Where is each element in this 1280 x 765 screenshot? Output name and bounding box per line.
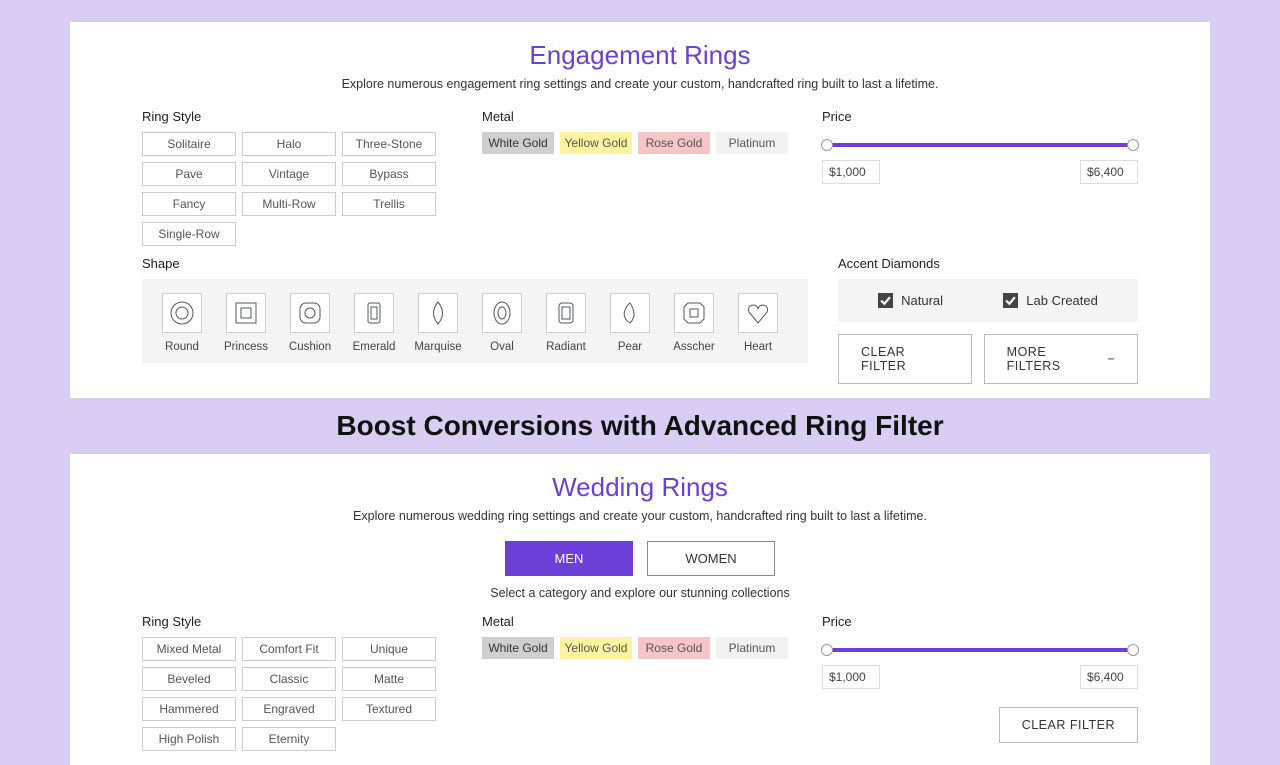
checkbox-checked-icon bbox=[878, 293, 893, 308]
ring-style-chip[interactable]: Pave bbox=[142, 162, 236, 186]
wedding-panel: Wedding Rings Explore numerous wedding r… bbox=[70, 454, 1210, 765]
shape-pear[interactable]: Pear bbox=[602, 293, 658, 353]
metal-chip-platinum[interactable]: Platinum bbox=[716, 132, 788, 154]
marquise-icon bbox=[418, 293, 458, 333]
engagement-subtitle: Explore numerous engagement ring setting… bbox=[142, 77, 1138, 91]
accent-lab-checkbox[interactable]: Lab Created bbox=[1003, 293, 1098, 308]
wedding-title: Wedding Rings bbox=[142, 472, 1138, 503]
cushion-icon bbox=[290, 293, 330, 333]
ring-style-chip[interactable]: Hammered bbox=[142, 697, 236, 721]
checkbox-checked-icon bbox=[1003, 293, 1018, 308]
accent-natural-checkbox[interactable]: Natural bbox=[878, 293, 943, 308]
shape-emerald[interactable]: Emerald bbox=[346, 293, 402, 353]
shape-asscher[interactable]: Asscher bbox=[666, 293, 722, 353]
price-slider-min-knob[interactable] bbox=[821, 644, 833, 656]
ring-style-chip[interactable]: Comfort Fit bbox=[242, 637, 336, 661]
shape-heart[interactable]: Heart bbox=[730, 293, 786, 353]
price-label: Price bbox=[822, 109, 1138, 124]
category-note: Select a category and explore our stunni… bbox=[142, 586, 1138, 600]
shape-round[interactable]: Round bbox=[154, 293, 210, 353]
price-slider-min-knob[interactable] bbox=[821, 139, 833, 151]
wedding-subtitle: Explore numerous wedding ring settings a… bbox=[142, 509, 1138, 523]
shape-marquise[interactable]: Marquise bbox=[410, 293, 466, 353]
shape-label: Shape bbox=[142, 256, 808, 271]
price-slider-max-knob[interactable] bbox=[1127, 139, 1139, 151]
engagement-panel: Engagement Rings Explore numerous engage… bbox=[70, 22, 1210, 398]
more-filters-button[interactable]: MORE FILTERS − bbox=[984, 334, 1138, 384]
price-slider[interactable] bbox=[824, 643, 1136, 657]
headline: Boost Conversions with Advanced Ring Fil… bbox=[70, 410, 1210, 442]
price-max-input[interactable] bbox=[1080, 160, 1138, 184]
ring-style-chip[interactable]: Beveled bbox=[142, 667, 236, 691]
asscher-icon bbox=[674, 293, 714, 333]
clear-filter-button[interactable]: CLEAR FILTER bbox=[838, 334, 972, 384]
ring-style-chip[interactable]: Textured bbox=[342, 697, 436, 721]
price-slider[interactable] bbox=[824, 138, 1136, 152]
princess-icon bbox=[226, 293, 266, 333]
radiant-icon bbox=[546, 293, 586, 333]
round-icon bbox=[162, 293, 202, 333]
ring-style-chips: Mixed Metal Comfort Fit Unique Beveled C… bbox=[142, 637, 452, 751]
engagement-title: Engagement Rings bbox=[142, 40, 1138, 71]
shape-oval[interactable]: Oval bbox=[474, 293, 530, 353]
price-max-input[interactable] bbox=[1080, 665, 1138, 689]
price-min-input[interactable] bbox=[822, 160, 880, 184]
emerald-icon bbox=[354, 293, 394, 333]
ring-style-chip[interactable]: Three-Stone bbox=[342, 132, 436, 156]
metal-label: Metal bbox=[482, 614, 792, 629]
clear-filter-button[interactable]: CLEAR FILTER bbox=[999, 707, 1138, 743]
oval-icon bbox=[482, 293, 522, 333]
ring-style-chip[interactable]: Fancy bbox=[142, 192, 236, 216]
ring-style-chip[interactable]: Engraved bbox=[242, 697, 336, 721]
ring-style-chip[interactable]: Matte bbox=[342, 667, 436, 691]
minus-icon: − bbox=[1107, 352, 1115, 366]
price-label: Price bbox=[822, 614, 1138, 629]
metal-chip-white-gold[interactable]: White Gold bbox=[482, 637, 554, 659]
ring-style-chip[interactable]: Single-Row bbox=[142, 222, 236, 246]
shape-radiant[interactable]: Radiant bbox=[538, 293, 594, 353]
metal-label: Metal bbox=[482, 109, 792, 124]
ring-style-label: Ring Style bbox=[142, 614, 452, 629]
accent-options: Natural Lab Created bbox=[838, 279, 1138, 322]
heart-icon bbox=[738, 293, 778, 333]
shape-cushion[interactable]: Cushion bbox=[282, 293, 338, 353]
price-slider-max-knob[interactable] bbox=[1127, 644, 1139, 656]
pear-icon bbox=[610, 293, 650, 333]
shape-princess[interactable]: Princess bbox=[218, 293, 274, 353]
ring-style-chip[interactable]: Classic bbox=[242, 667, 336, 691]
category-women-button[interactable]: WOMEN bbox=[647, 541, 775, 576]
accent-label: Accent Diamonds bbox=[838, 256, 1138, 271]
metal-chip-rose-gold[interactable]: Rose Gold bbox=[638, 637, 710, 659]
ring-style-chip[interactable]: Bypass bbox=[342, 162, 436, 186]
ring-style-chips: Solitaire Halo Three-Stone Pave Vintage … bbox=[142, 132, 452, 246]
ring-style-chip[interactable]: Halo bbox=[242, 132, 336, 156]
ring-style-label: Ring Style bbox=[142, 109, 452, 124]
metal-chips: White Gold Yellow Gold Rose Gold Platinu… bbox=[482, 637, 792, 659]
shape-list: Round Princess Cushion Emerald Marquise bbox=[142, 279, 808, 363]
metal-chip-rose-gold[interactable]: Rose Gold bbox=[638, 132, 710, 154]
price-min-input[interactable] bbox=[822, 665, 880, 689]
ring-style-chip[interactable]: Eternity bbox=[242, 727, 336, 751]
ring-style-chip[interactable]: Trellis bbox=[342, 192, 436, 216]
metal-chips: White Gold Yellow Gold Rose Gold Platinu… bbox=[482, 132, 792, 154]
ring-style-chip[interactable]: Vintage bbox=[242, 162, 336, 186]
ring-style-chip[interactable]: Mixed Metal bbox=[142, 637, 236, 661]
metal-chip-yellow-gold[interactable]: Yellow Gold bbox=[560, 637, 632, 659]
metal-chip-platinum[interactable]: Platinum bbox=[716, 637, 788, 659]
ring-style-chip[interactable]: High Polish bbox=[142, 727, 236, 751]
ring-style-chip[interactable]: Unique bbox=[342, 637, 436, 661]
metal-chip-yellow-gold[interactable]: Yellow Gold bbox=[560, 132, 632, 154]
ring-style-chip[interactable]: Multi-Row bbox=[242, 192, 336, 216]
category-men-button[interactable]: MEN bbox=[505, 541, 633, 576]
ring-style-chip[interactable]: Solitaire bbox=[142, 132, 236, 156]
metal-chip-white-gold[interactable]: White Gold bbox=[482, 132, 554, 154]
